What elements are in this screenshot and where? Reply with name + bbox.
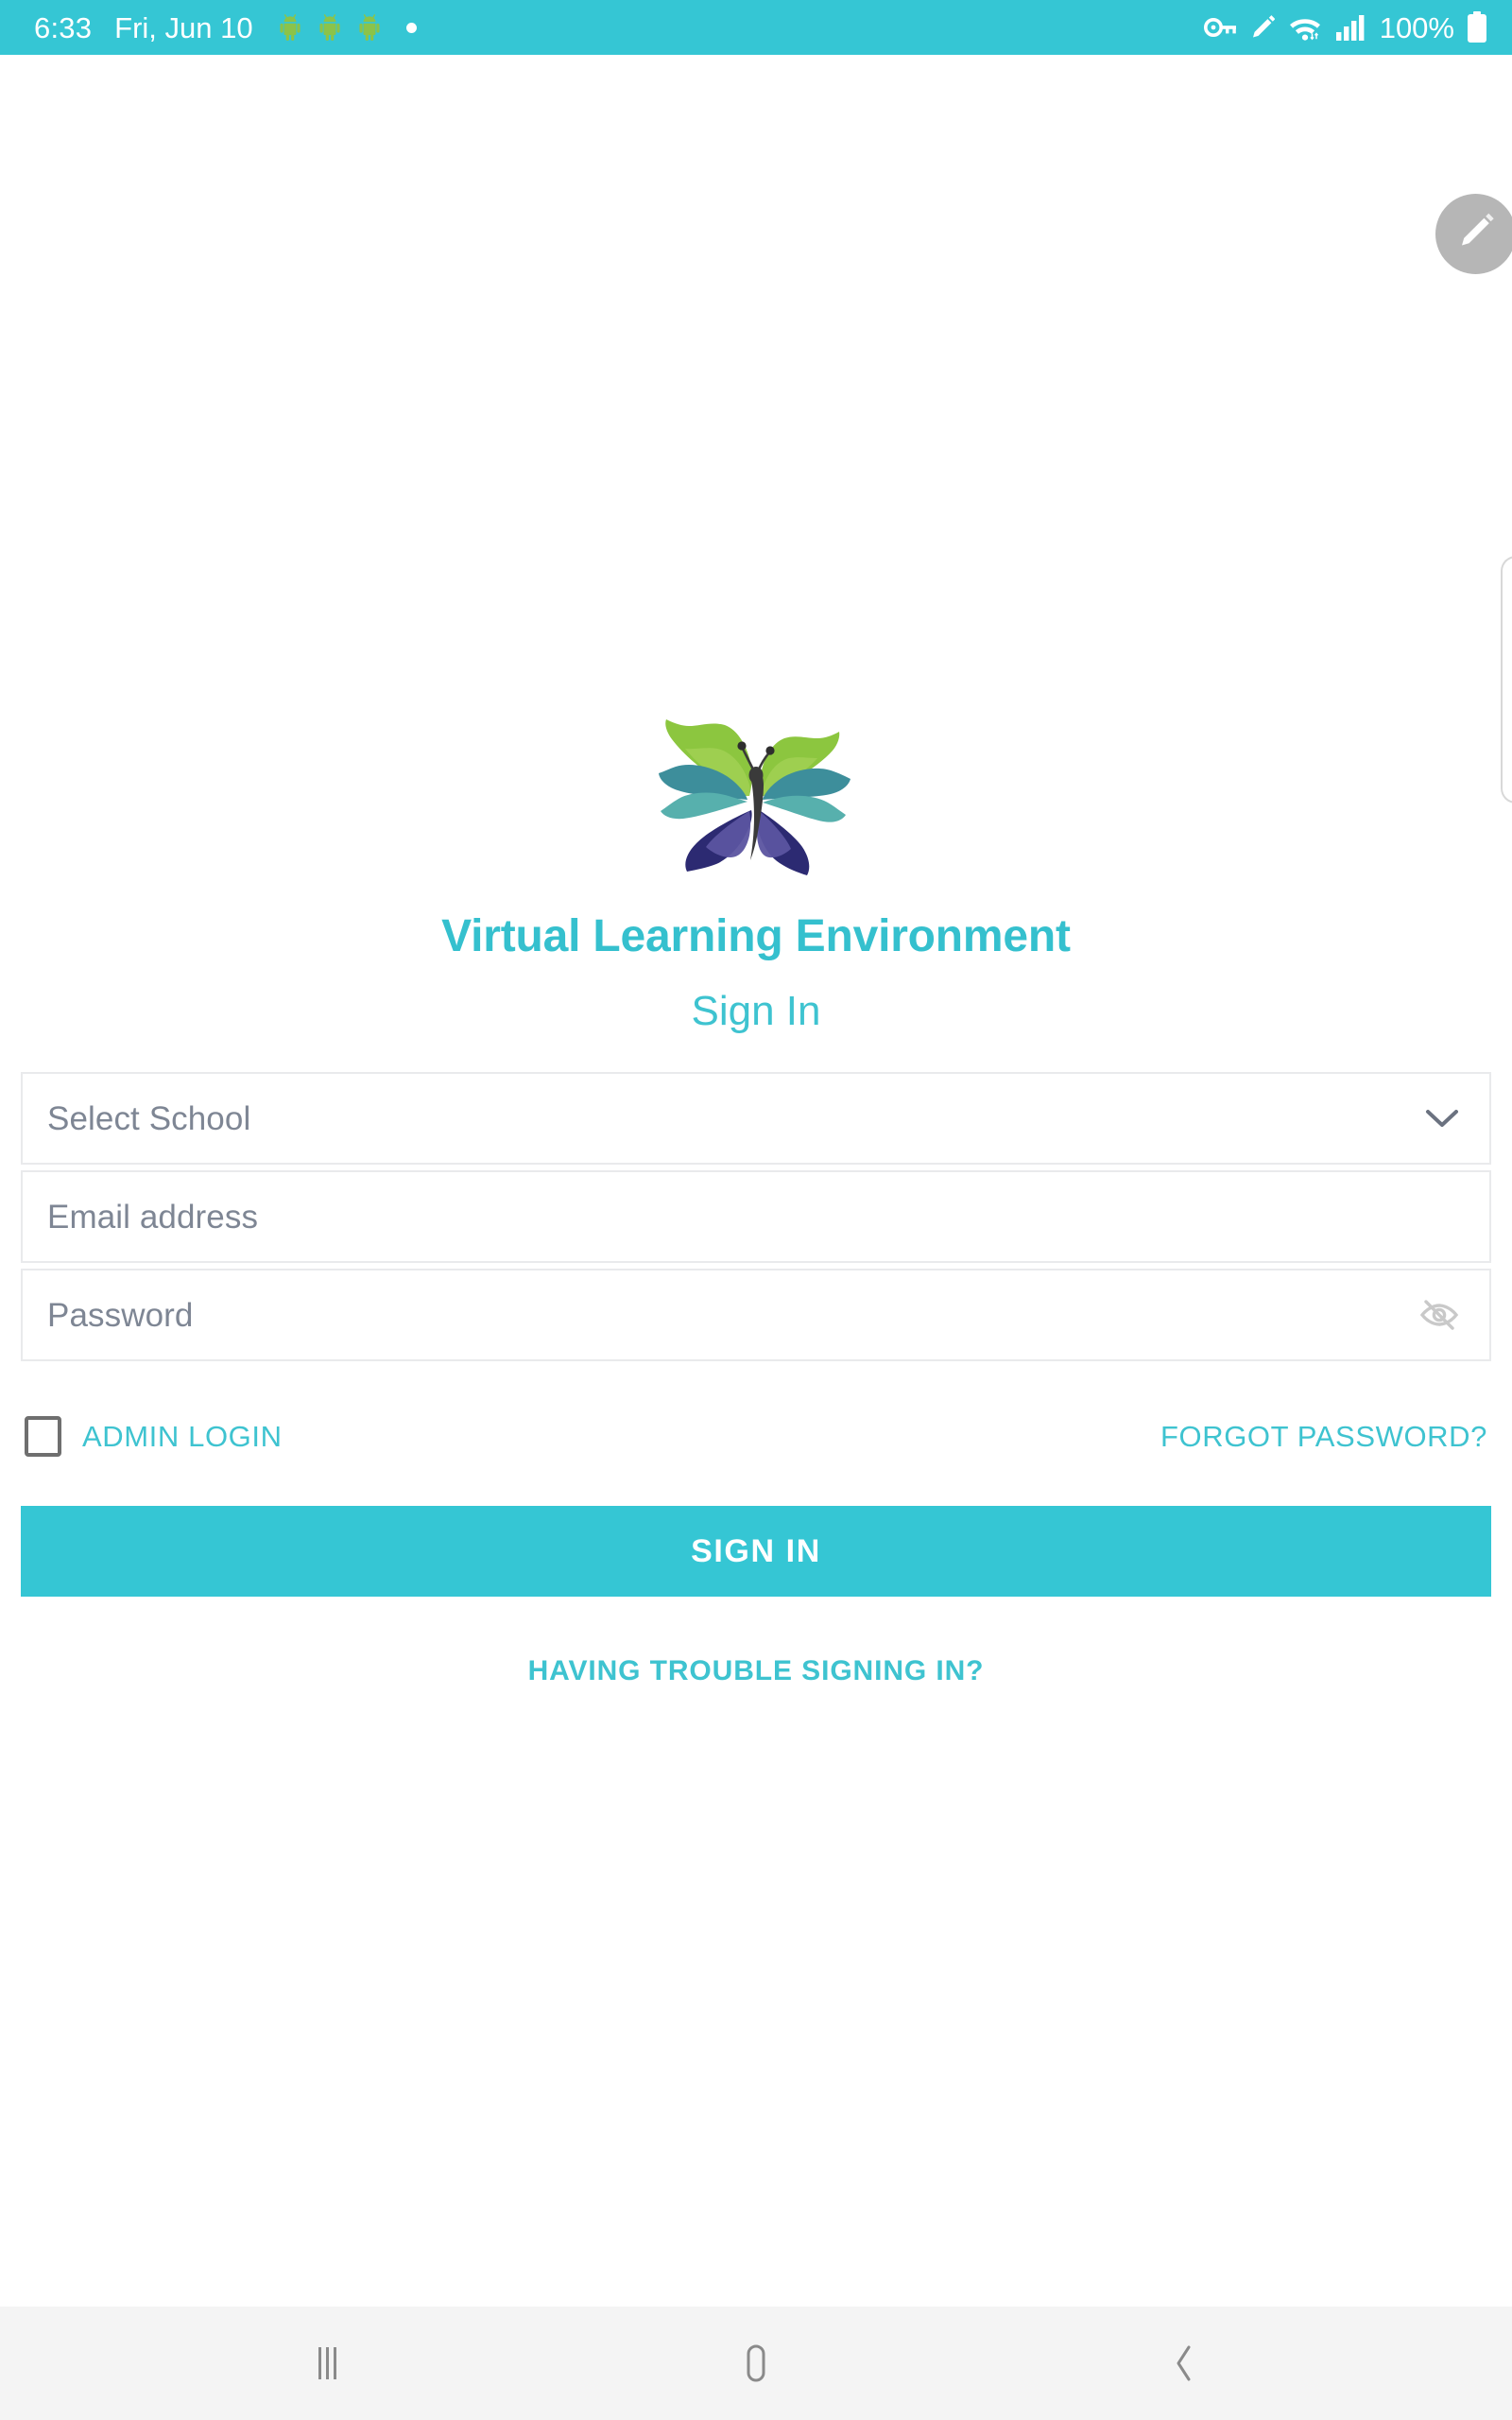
status-bar-right: 100% (1203, 10, 1487, 44)
admin-login-toggle[interactable]: ADMIN LOGIN (25, 1416, 283, 1458)
status-time: 6:33 (34, 10, 93, 44)
recents-icon (312, 2345, 344, 2381)
notification-icons (278, 14, 417, 41)
stylus-icon (1250, 14, 1275, 41)
admin-login-label: ADMIN LOGIN (82, 1420, 283, 1454)
eye-off-icon[interactable] (1418, 1296, 1461, 1334)
email-placeholder: Email address (47, 1198, 259, 1236)
vpn-key-icon (1203, 15, 1238, 40)
school-select-placeholder: Select School (47, 1099, 251, 1137)
status-bar: 6:33 Fri, Jun 10 100% (0, 0, 1512, 55)
password-field[interactable]: Password (21, 1269, 1491, 1362)
back-button[interactable] (1113, 2307, 1255, 2420)
home-icon (739, 2344, 773, 2382)
edge-panel-handle[interactable] (1501, 556, 1512, 804)
signal-bars-icon (1335, 14, 1366, 41)
status-bar-left: 6:33 Fri, Jun 10 (34, 13, 417, 43)
pencil-icon (1455, 211, 1497, 257)
signin-heading: Sign In (691, 987, 821, 1034)
chevron-down-icon[interactable] (1423, 1107, 1461, 1130)
email-field[interactable]: Email address (21, 1170, 1491, 1264)
battery-percent-label: 100% (1379, 10, 1454, 44)
login-form: Select School Email address Password ADM… (21, 1072, 1491, 1685)
battery-icon (1467, 11, 1487, 43)
password-placeholder: Password (47, 1296, 194, 1334)
forgot-password-link[interactable]: FORGOT PASSWORD? (1160, 1422, 1487, 1451)
page-title: Virtual Learning Environment (441, 911, 1071, 961)
butterfly-logo (638, 692, 874, 886)
sign-in-button[interactable]: SIGN IN (21, 1506, 1491, 1598)
sign-in-button-label: SIGN IN (691, 1533, 821, 1570)
admin-login-checkbox[interactable] (25, 1416, 61, 1458)
recents-button[interactable] (257, 2307, 399, 2420)
form-options-row: ADMIN LOGIN FORGOT PASSWORD? (21, 1416, 1491, 1458)
phone-screen: 6:33 Fri, Jun 10 100% Virtual Learning E… (0, 0, 1512, 2420)
android-icon (318, 14, 342, 41)
dot-icon (405, 22, 417, 33)
floating-edit-button[interactable] (1435, 194, 1512, 274)
back-icon (1171, 2344, 1197, 2382)
android-icon (357, 14, 382, 41)
login-content: Virtual Learning Environment Sign In Sel… (0, 55, 1512, 2307)
android-icon (278, 14, 302, 41)
status-date: Fri, Jun 10 (114, 10, 253, 44)
home-button[interactable] (685, 2307, 827, 2420)
android-nav-bar (0, 2307, 1512, 2420)
wifi-icon (1287, 13, 1323, 42)
having-trouble-link[interactable]: HAVING TROUBLE SIGNING IN? (21, 1657, 1491, 1685)
school-select[interactable]: Select School (21, 1072, 1491, 1166)
